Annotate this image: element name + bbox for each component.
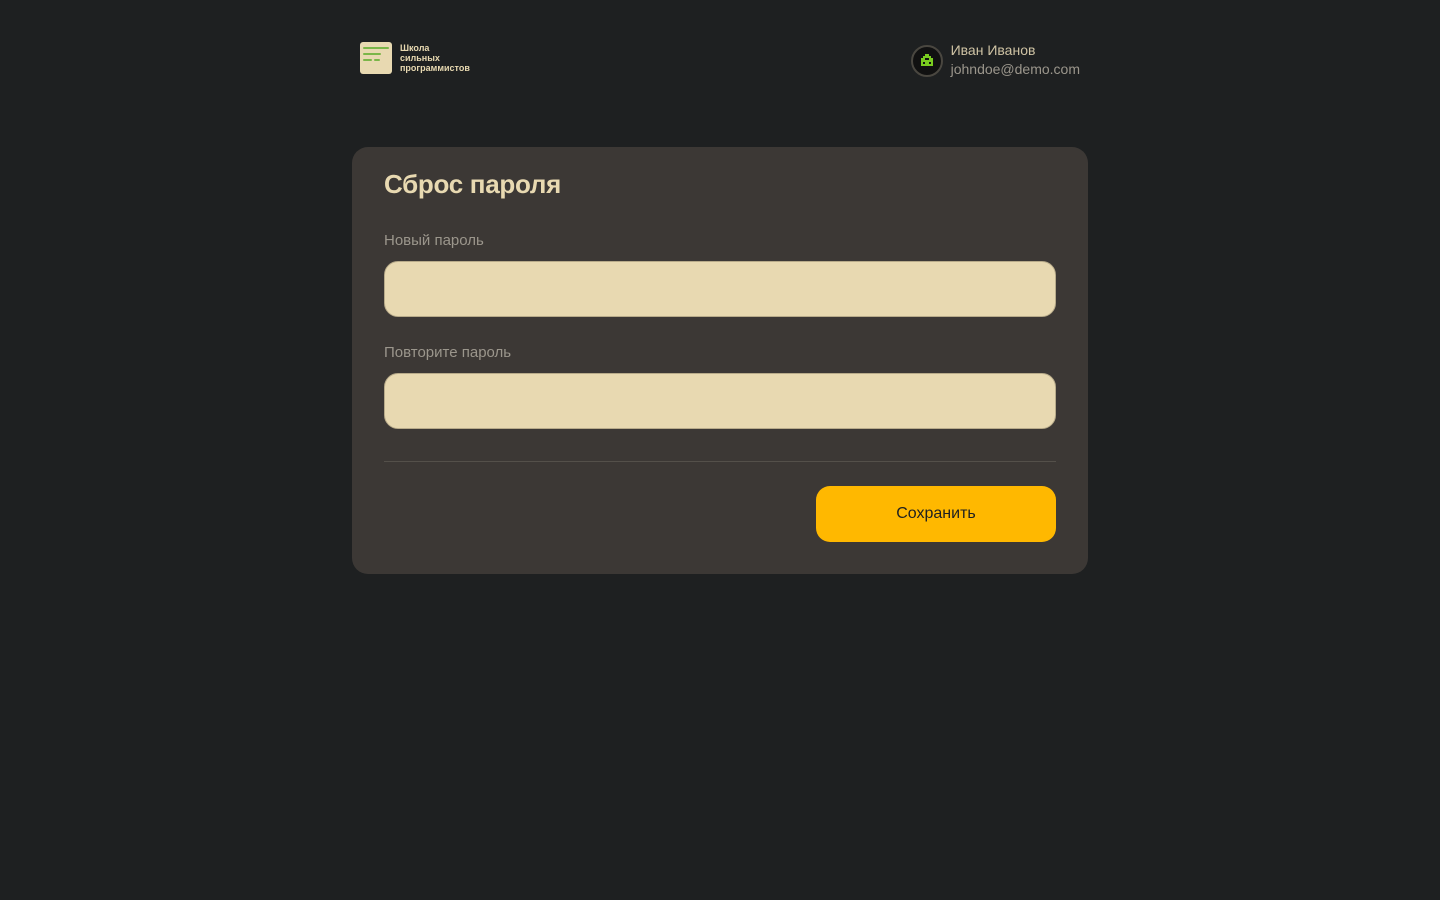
logo-line-2: сильных [400,53,440,63]
reset-password-card: Сброс пароля Новый пароль Повторите паро… [352,147,1088,574]
pixel-invader-icon [920,53,933,66]
user-name: Иван Иванов [950,42,1036,58]
new-password-field[interactable] [384,261,1056,317]
logo-line-1: Школа [400,43,430,53]
new-password-label: Новый пароль [384,232,484,249]
page-title: Сброс пароля [384,169,561,199]
divider [384,461,1056,462]
user-menu[interactable]: Иван Иванов johndoe@demo.com [910,42,1080,79]
repeat-password-label: Повторите пароль [384,344,512,361]
logo-text: Школа сильных программистов [400,43,470,73]
save-button[interactable]: Сохранить [816,486,1056,542]
logo-line-3: программистов [400,63,470,73]
avatar[interactable] [910,44,943,77]
repeat-password-field[interactable] [384,373,1056,429]
logo[interactable]: Школа сильных программистов [360,42,470,74]
header: Школа сильных программистов Иван Иванов … [360,42,1080,77]
document-lines-icon [360,42,392,74]
user-email: johndoe@demo.com [950,61,1080,77]
user-info: Иван Иванов johndoe@demo.com [951,42,1080,79]
